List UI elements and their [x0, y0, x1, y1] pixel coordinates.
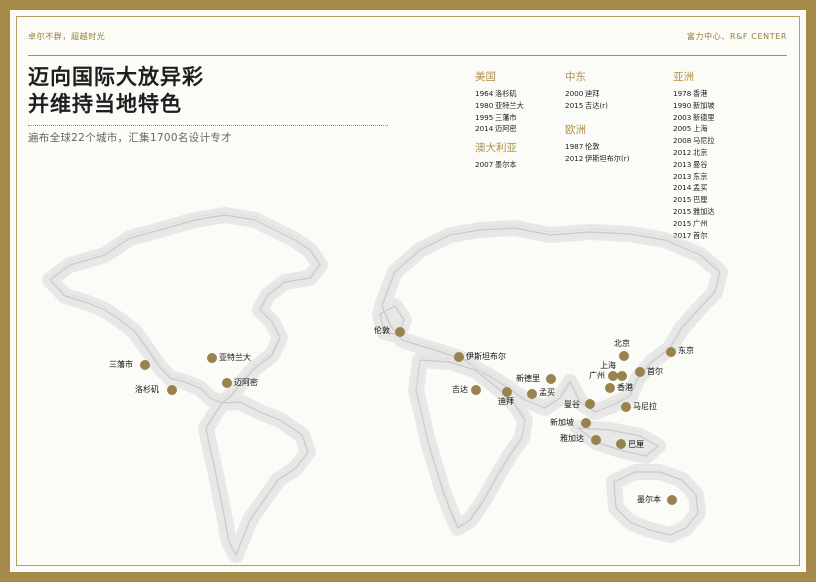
city-label-singapore: 新加坡 [550, 418, 574, 427]
city-dot-shanghai [617, 371, 627, 381]
city-dot-jeddah [471, 385, 481, 395]
city-label-hongkong: 香港 [617, 383, 633, 392]
city-dot-dubai [502, 387, 512, 397]
city-dot-istanbul [454, 352, 464, 362]
city-dot-manila [621, 402, 631, 412]
city-label-newdelhi: 新德里 [516, 374, 540, 383]
city-dot-melbourne [667, 495, 677, 505]
city-dot-miami [222, 378, 232, 388]
city-dot-hongkong [605, 383, 615, 393]
city-label-tokyo: 东京 [678, 346, 694, 355]
city-label-jakarta: 雅加达 [560, 434, 584, 443]
city-label-mumbai: 孟买 [539, 388, 555, 397]
city-dot-newdelhi [546, 374, 556, 384]
city-dot-london [395, 327, 405, 337]
city-dot-seoul [635, 367, 645, 377]
city-label-istanbul: 伊斯坦布尔 [466, 352, 506, 361]
city-dot-singapore [581, 418, 591, 428]
city-dot-mumbai [527, 389, 537, 399]
city-label-bali: 巴厘 [628, 440, 644, 449]
city-dot-atlanta [207, 353, 217, 363]
city-label-manila: 马尼拉 [633, 402, 657, 411]
city-label-beijing: 北京 [614, 339, 630, 348]
city-dot-losangeles [167, 385, 177, 395]
city-label-melbourne: 墨尔本 [637, 495, 661, 504]
city-dot-guangzhou [608, 371, 618, 381]
world-map [42, 207, 728, 563]
city-label-london: 伦敦 [374, 326, 390, 335]
city-dot-bali [616, 439, 626, 449]
city-label-dubai: 迪拜 [498, 397, 514, 406]
city-label-losangeles: 洛杉矶 [135, 385, 159, 394]
city-dot-tokyo [666, 347, 676, 357]
city-dot-sanfrancisco [140, 360, 150, 370]
city-label-miami: 迈阿密 [234, 378, 258, 387]
city-label-seoul: 首尔 [647, 367, 663, 376]
city-dot-jakarta [591, 435, 601, 445]
city-label-guangzhou: 广州 [589, 371, 605, 380]
city-label-shanghai: 上海 [600, 361, 616, 370]
city-dot-bangkok [585, 399, 595, 409]
city-dot-beijing [619, 351, 629, 361]
city-label-sanfrancisco: 三藩市 [109, 360, 133, 369]
city-label-bangkok: 曼谷 [564, 400, 580, 409]
city-label-jeddah: 吉达 [452, 385, 468, 394]
page: 卓尔不群，超越时光 富力中心、R&F CENTER 迈向国际大放异彩 并维持当地… [10, 10, 806, 572]
city-label-atlanta: 亚特兰大 [219, 353, 251, 362]
